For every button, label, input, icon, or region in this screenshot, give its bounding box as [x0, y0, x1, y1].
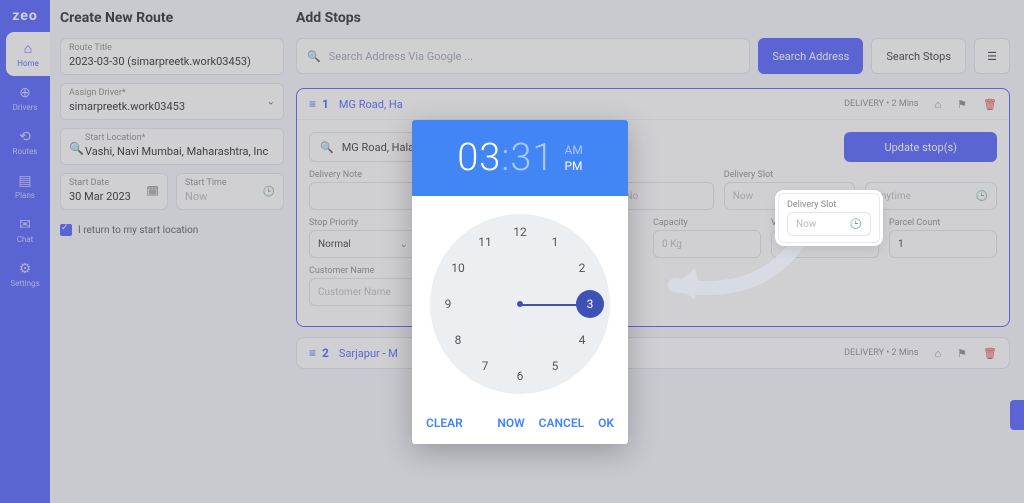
time-picker-actions: CLEAR NOW CANCEL OK — [412, 406, 628, 444]
time-display: 03:31 — [457, 136, 554, 180]
hour-value[interactable]: 03 — [457, 136, 501, 180]
now-button[interactable]: NOW — [497, 416, 524, 430]
pm-toggle[interactable]: PM — [564, 159, 582, 173]
clock-face[interactable]: 3 12 1 2 4 5 6 7 8 9 10 11 — [430, 214, 610, 394]
ok-button[interactable]: OK — [598, 416, 614, 430]
cancel-button[interactable]: CANCEL — [539, 416, 584, 430]
clear-button[interactable]: CLEAR — [426, 416, 463, 430]
delivery-slot-highlight: Delivery Slot Now🕒 — [778, 193, 880, 243]
minute-value[interactable]: 31 — [510, 136, 554, 180]
selected-hour[interactable]: 3 — [576, 290, 604, 318]
time-picker-header: 03:31 AM PM — [412, 120, 628, 196]
time-picker-modal: 03:31 AM PM 3 12 1 2 4 5 6 7 8 9 10 11 C… — [412, 120, 628, 444]
delivery-slot-from-input[interactable]: Now🕒 — [787, 212, 871, 236]
tutorial-arrow — [650, 230, 820, 320]
field-label: Delivery Slot — [787, 200, 871, 210]
am-toggle[interactable]: AM — [564, 143, 582, 157]
clock-icon: 🕒 — [850, 219, 862, 230]
